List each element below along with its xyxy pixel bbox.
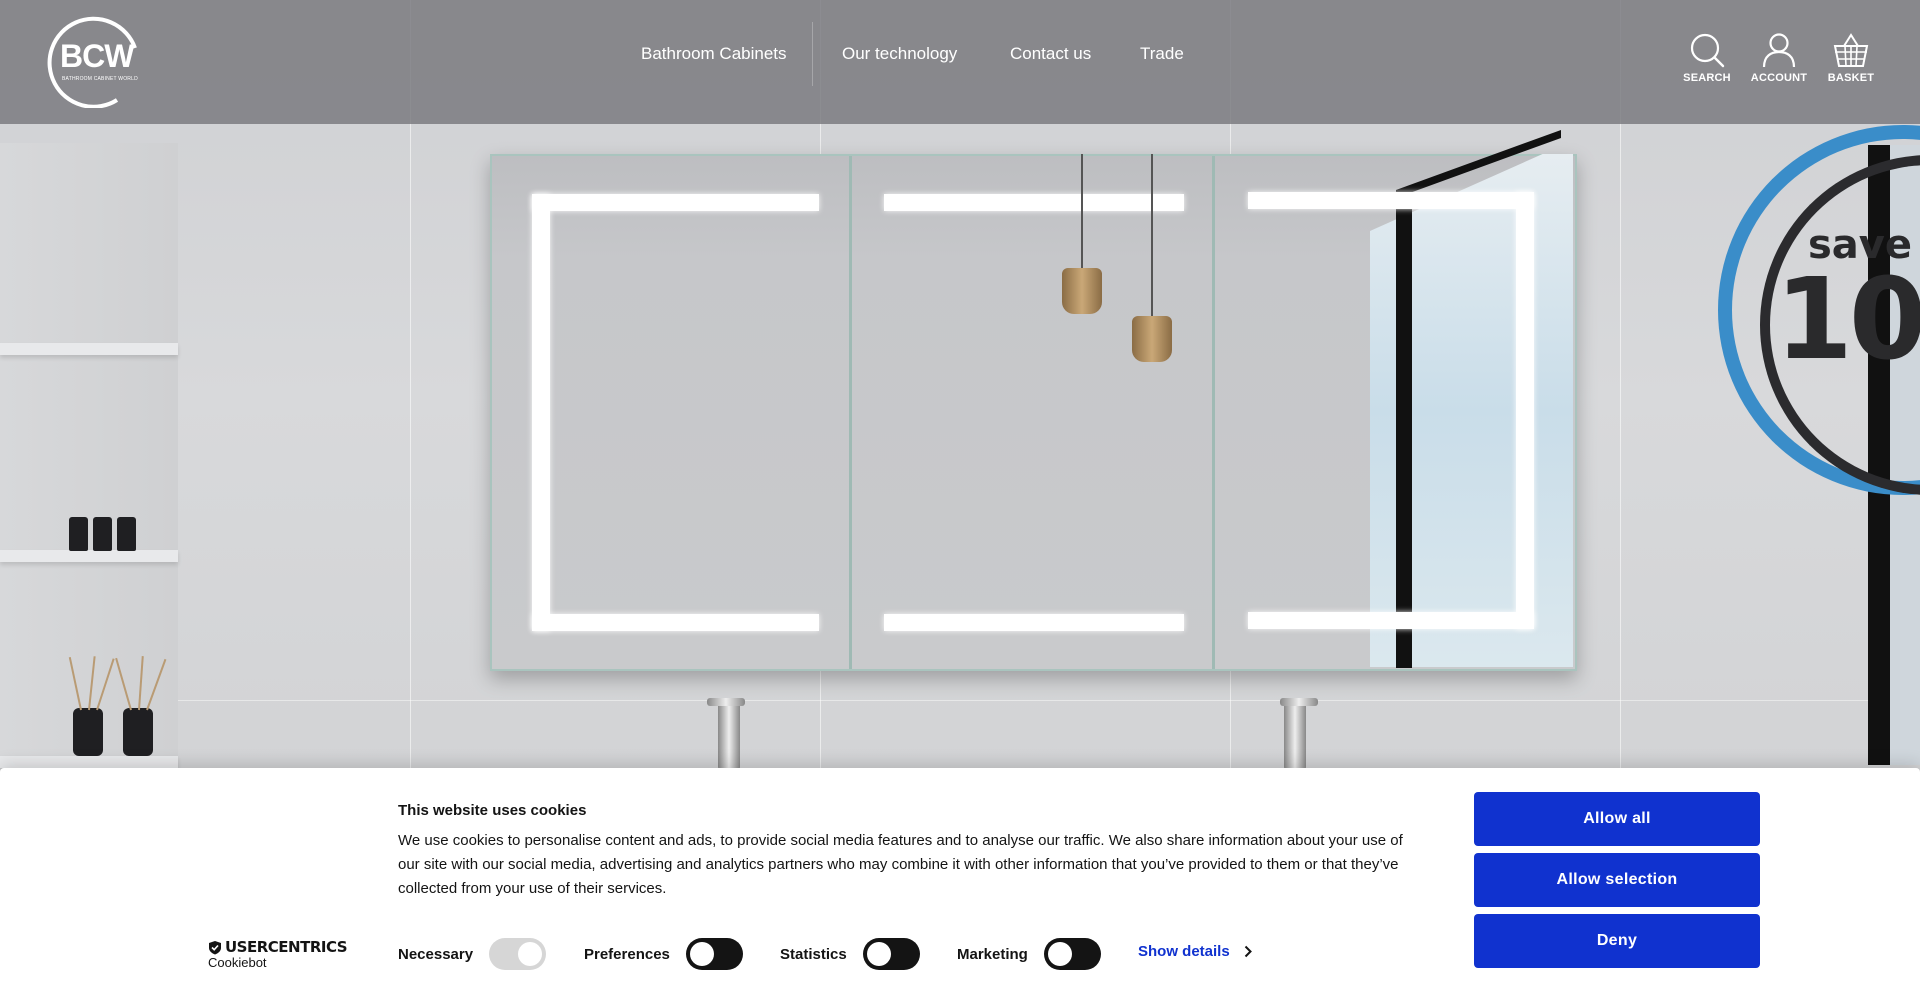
lamp-cord [1081,154,1083,272]
shelf [0,343,178,355]
toggle-label: Statistics [780,945,847,963]
logo-subtext: BATHROOM CABINET WORLD [62,76,138,82]
lamp-cord [1151,154,1153,318]
nav-contact-us[interactable]: Contact us [1010,44,1091,64]
show-details-link[interactable]: Show details [1138,943,1252,960]
chevron-right-icon [1244,945,1252,958]
account-button[interactable]: ACCOUNT [1750,32,1808,84]
search-button[interactable]: SEARCH [1682,32,1732,84]
diffuser-bottle [123,708,153,756]
bottle [69,517,88,551]
usercentrics-brand: USERCENTRICS [225,938,348,956]
led-strip [1516,192,1534,629]
toggle-preferences: Preferences [584,938,743,970]
statistics-switch[interactable] [862,938,920,970]
cookie-title: This website uses cookies [398,802,587,819]
nav-bathroom-cabinets[interactable]: Bathroom Cabinets [641,44,787,64]
tap [1280,698,1318,706]
account-label: ACCOUNT [1750,72,1808,84]
logo-text: BCW [60,38,134,74]
allow-all-button[interactable]: Allow all [1474,792,1760,846]
led-strip [532,614,819,631]
basket-button[interactable]: BASKET [1826,32,1876,84]
led-strip [884,194,1184,211]
shelf [0,756,178,768]
nav-trade[interactable]: Trade [1140,44,1184,64]
site-header: BCW BATHROOM CABINET WORLD Bathroom Cabi… [0,0,1920,124]
toggle-label: Preferences [584,945,670,963]
led-strip [884,614,1184,631]
tile-line [0,700,1920,701]
toggle-label: Marketing [957,945,1028,963]
preferences-switch[interactable] [685,938,743,970]
marketing-switch[interactable] [1043,938,1101,970]
basket-icon [1833,33,1869,67]
bottle [117,517,136,551]
show-details-label: Show details [1138,943,1230,960]
search-label: SEARCH [1683,72,1731,84]
shield-icon [209,940,221,954]
led-strip [1248,192,1534,209]
led-strip [532,194,819,211]
usercentrics-logo[interactable]: USERCENTRICS Cookiebot [208,938,348,970]
shelf [0,550,178,562]
allow-selection-button[interactable]: Allow selection [1474,853,1760,907]
diffuser-bottle [73,708,103,756]
toggle-statistics: Statistics [780,938,920,970]
toggle-marketing: Marketing [957,938,1101,970]
search-icon [1690,33,1725,68]
cookiebot-label: Cookiebot [208,955,267,970]
tap [718,700,740,770]
led-strip [532,194,550,631]
nav-our-technology[interactable]: Our technology [842,44,957,64]
tap [707,698,745,706]
promo-value-text: 10 [1775,255,1920,385]
deny-button[interactable]: Deny [1474,914,1760,968]
tap [1284,700,1306,770]
cookie-description: We use cookies to personalise content an… [398,832,1403,897]
pendant-lamp [1062,268,1102,314]
led-strip [1248,612,1534,629]
pendant-lamp [1132,316,1172,362]
door-split [849,156,852,669]
toggle-necessary: Necessary [398,938,547,970]
user-icon [1762,33,1796,68]
nav-separator [812,22,813,86]
bottle [93,517,112,551]
basket-label: BASKET [1827,72,1875,84]
window-frame [1396,190,1412,668]
toggle-label: Necessary [398,945,474,963]
logo-link[interactable]: BCW BATHROOM CABINET WORLD [47,14,141,108]
door-split [1212,156,1215,669]
shelf-unit [0,143,178,763]
necessary-switch[interactable] [489,938,547,970]
